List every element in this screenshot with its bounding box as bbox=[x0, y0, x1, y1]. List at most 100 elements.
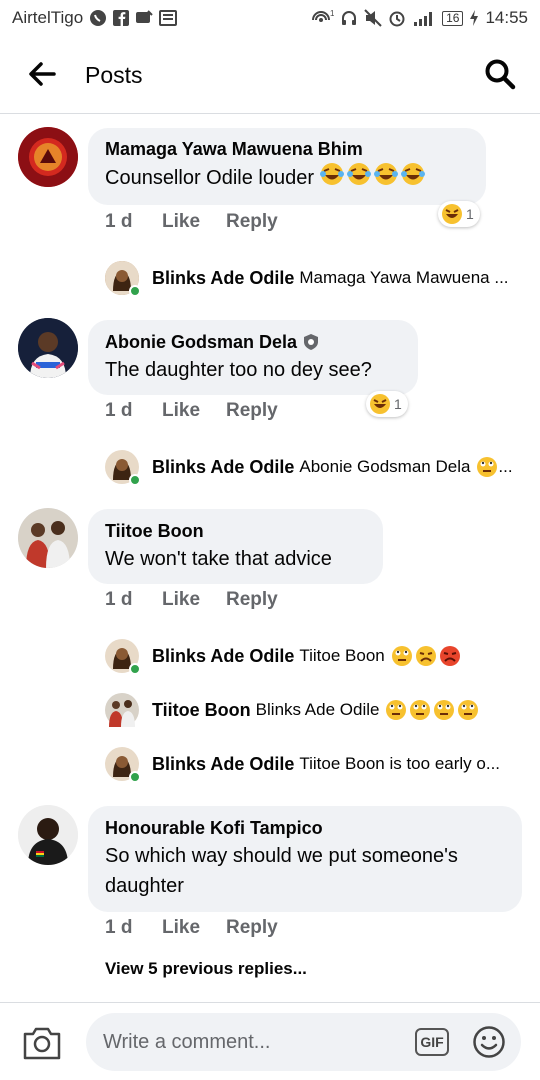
reply-button[interactable]: Reply bbox=[226, 589, 278, 611]
search-icon bbox=[485, 59, 516, 90]
reply-preview[interactable]: Blinks Ade Odile Tiitoe Boon bbox=[105, 638, 461, 675]
smiley-icon bbox=[473, 1026, 505, 1058]
signal-icon bbox=[412, 9, 436, 27]
comment-author[interactable]: Abonie Godsman Dela bbox=[105, 331, 297, 353]
comment-actions: 1 d Like Reply bbox=[105, 400, 278, 422]
comment-actions: 1 d Like Reply bbox=[105, 211, 278, 233]
reply-author: Tiitoe Boon bbox=[152, 699, 251, 720]
comment-actions: 1 d Like Reply bbox=[105, 917, 278, 939]
reply-preview[interactable]: Blinks Ade Odile Tiitoe Boon is too earl… bbox=[105, 746, 501, 783]
gif-button[interactable]: GIF bbox=[415, 1028, 449, 1056]
emoji-group-icon bbox=[391, 645, 461, 667]
comment-text: Counsellor Odile louder bbox=[105, 162, 470, 195]
camera-icon bbox=[23, 1027, 61, 1060]
reply-text: Mamaga Yawa Mawuena ... bbox=[299, 268, 509, 287]
eye-roll-emoji-icon bbox=[476, 456, 498, 478]
headset-icon bbox=[340, 9, 358, 27]
avatar[interactable] bbox=[18, 318, 78, 378]
battery-indicator: 16 bbox=[442, 10, 464, 26]
comment-input-placeholder: Write a comment... bbox=[103, 1030, 271, 1053]
reply-button[interactable]: Reply bbox=[226, 400, 278, 422]
avatar[interactable] bbox=[18, 508, 78, 568]
hotspot-icon: 1 bbox=[312, 9, 334, 27]
comment-time: 1 d bbox=[105, 211, 133, 232]
reaction-badge[interactable]: 1 bbox=[366, 391, 408, 417]
comment-actions: 1 d Like Reply bbox=[105, 589, 278, 611]
mute-icon bbox=[364, 9, 382, 27]
comment-time: 1 d bbox=[105, 400, 133, 421]
app-bar: Posts bbox=[0, 36, 540, 114]
comment-bubble[interactable]: Tiitoe Boon We won't take that advice bbox=[88, 509, 383, 584]
status-bar: AirtelTigo 1 16 14:55 bbox=[0, 0, 540, 36]
haha-reaction-icon bbox=[442, 204, 462, 224]
reply-preview[interactable]: Blinks Ade Odile Abonie Godsman Dela ... bbox=[105, 449, 513, 486]
messenger-icon bbox=[135, 10, 153, 26]
comment-author[interactable]: Mamaga Yawa Mawuena Bhim bbox=[105, 138, 470, 160]
reply-author: Blinks Ade Odile bbox=[152, 645, 295, 666]
avatar[interactable] bbox=[18, 127, 78, 187]
back-button[interactable] bbox=[26, 58, 58, 90]
comment-bubble[interactable]: Abonie Godsman Dela The daughter too no … bbox=[88, 320, 418, 395]
like-button[interactable]: Like bbox=[162, 589, 226, 611]
comment-text: The daughter too no dey see? bbox=[105, 359, 372, 381]
like-button[interactable]: Like bbox=[162, 917, 226, 939]
comment-input[interactable]: Write a comment... GIF bbox=[86, 1013, 521, 1071]
eye-roll-emoji-group-icon bbox=[385, 699, 479, 721]
haha-reaction-icon bbox=[370, 394, 390, 414]
emoji-button[interactable] bbox=[472, 1025, 506, 1059]
laughing-emoji-icon bbox=[319, 162, 428, 195]
clock: 14:55 bbox=[485, 8, 528, 27]
ellipsis: ... bbox=[498, 457, 513, 476]
whatsapp-icon bbox=[89, 9, 107, 27]
comment-time: 1 d bbox=[105, 589, 133, 610]
comment-text: So which way should we put someone's dau… bbox=[105, 845, 458, 897]
reply-button[interactable]: Reply bbox=[226, 211, 278, 233]
camera-button[interactable] bbox=[22, 1025, 62, 1061]
reply-preview[interactable]: Tiitoe Boon Blinks Ade Odile bbox=[105, 692, 479, 728]
comment-author[interactable]: Honourable Kofi Tampico bbox=[105, 817, 506, 839]
search-button[interactable] bbox=[482, 56, 518, 92]
comment-bubble[interactable]: Honourable Kofi Tampico So which way sho… bbox=[88, 806, 522, 912]
online-indicator bbox=[129, 663, 141, 675]
comment-text-body: Counsellor Odile louder bbox=[105, 166, 315, 189]
facebook-icon bbox=[113, 10, 130, 26]
reply-text: Tiitoe Boon bbox=[299, 646, 385, 665]
comment-author-row: Abonie Godsman Dela bbox=[105, 331, 402, 353]
online-indicator bbox=[129, 474, 141, 486]
alarm-icon bbox=[388, 9, 406, 27]
comment-text: We won't take that advice bbox=[105, 548, 332, 570]
reaction-count: 1 bbox=[394, 396, 402, 412]
reply-button[interactable]: Reply bbox=[226, 917, 278, 939]
reply-text: Abonie Godsman Dela bbox=[299, 457, 471, 476]
top-fan-badge-icon bbox=[304, 334, 319, 350]
avatar bbox=[105, 639, 141, 675]
like-button[interactable]: Like bbox=[162, 400, 226, 422]
comment-bubble[interactable]: Mamaga Yawa Mawuena Bhim Counsellor Odil… bbox=[88, 128, 486, 205]
reply-text: Blinks Ade Odile bbox=[255, 700, 380, 719]
online-indicator bbox=[129, 771, 141, 783]
reply-text: Tiitoe Boon is too early o... bbox=[299, 754, 501, 773]
reaction-badge[interactable]: 1 bbox=[438, 201, 480, 227]
svg-text:1: 1 bbox=[330, 9, 334, 18]
reply-author: Blinks Ade Odile bbox=[152, 456, 295, 477]
reply-author: Blinks Ade Odile bbox=[152, 267, 295, 288]
avatar bbox=[105, 693, 139, 727]
comment-time: 1 d bbox=[105, 917, 133, 938]
reply-author: Blinks Ade Odile bbox=[152, 753, 295, 774]
avatar bbox=[105, 450, 141, 486]
online-indicator bbox=[129, 285, 141, 297]
carrier-label: AirtelTigo bbox=[12, 8, 84, 27]
avatar[interactable] bbox=[18, 805, 78, 865]
news-icon bbox=[159, 10, 178, 26]
reply-preview[interactable]: Blinks Ade Odile Mamaga Yawa Mawuena ... bbox=[105, 260, 509, 297]
charging-icon bbox=[469, 10, 479, 26]
comment-author[interactable]: Tiitoe Boon bbox=[105, 520, 367, 542]
view-previous-replies-link[interactable]: View 5 previous replies... bbox=[105, 959, 307, 979]
avatar bbox=[105, 261, 141, 297]
reaction-count: 1 bbox=[466, 206, 474, 222]
avatar bbox=[105, 747, 141, 783]
back-arrow-icon bbox=[29, 62, 56, 86]
like-button[interactable]: Like bbox=[162, 211, 226, 233]
page-title: Posts bbox=[85, 62, 143, 88]
comment-composer: Write a comment... GIF bbox=[0, 1002, 540, 1080]
